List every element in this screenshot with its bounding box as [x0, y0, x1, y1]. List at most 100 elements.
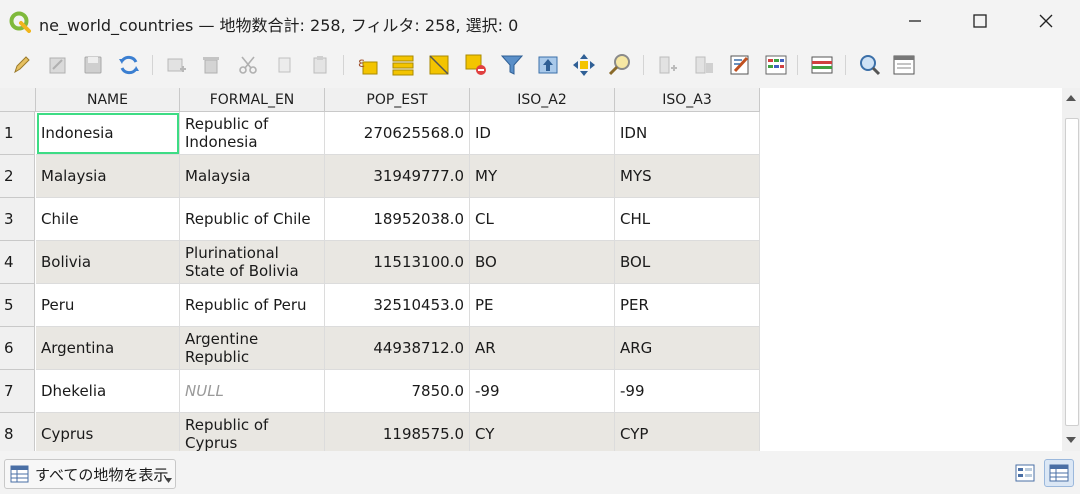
cell-formal-en[interactable]: Republic of Indonesia	[180, 112, 325, 155]
reload-button[interactable]	[116, 52, 142, 78]
table-row[interactable]: 1 Indonesia Republic of Indonesia 270625…	[0, 112, 760, 155]
cell-iso-a3[interactable]: PER	[615, 284, 760, 327]
cell-iso-a3[interactable]: ARG	[615, 327, 760, 370]
add-feature-icon	[167, 58, 186, 72]
paste-button[interactable]	[307, 52, 333, 78]
row-number[interactable]: 3	[0, 198, 35, 241]
column-header-iso-a2[interactable]: ISO_A2	[470, 88, 615, 112]
close-button[interactable]	[1026, 6, 1066, 36]
cell-iso-a2[interactable]: PE	[470, 284, 615, 327]
table-row[interactable]: 6 Argentina Argentine Republic 44938712.…	[0, 327, 760, 370]
cell-iso-a3[interactable]: BOL	[615, 241, 760, 284]
delete-field-button[interactable]	[691, 52, 717, 78]
cell-pop-est[interactable]: 44938712.0	[325, 327, 470, 370]
maximize-button[interactable]	[960, 6, 1000, 36]
table-view-toggle[interactable]	[1044, 459, 1074, 487]
feature-filter-button[interactable]: すべての地物を表示	[4, 459, 176, 489]
minimize-button[interactable]	[895, 6, 935, 36]
select-by-expression-button[interactable]: ε	[354, 52, 380, 78]
cell-iso-a2[interactable]: BO	[470, 241, 615, 284]
form-view-button[interactable]	[891, 52, 917, 78]
cut-button[interactable]	[235, 52, 261, 78]
cell-formal-en[interactable]: Malaysia	[180, 155, 325, 198]
cell-name[interactable]: Argentina	[36, 327, 180, 370]
cell-name[interactable]: Peru	[36, 284, 180, 327]
copy-button[interactable]	[271, 52, 297, 78]
vertical-scrollbar[interactable]	[1062, 88, 1080, 451]
row-number[interactable]: 5	[0, 284, 35, 327]
table-row[interactable]: 8 Cyprus Republic of Cyprus 1198575.0 CY…	[0, 413, 760, 451]
cell-iso-a3[interactable]: MYS	[615, 155, 760, 198]
invert-selection-icon	[429, 55, 449, 75]
column-header-name[interactable]: NAME	[36, 88, 180, 112]
cell-formal-en[interactable]: Republic of Cyprus	[180, 413, 325, 451]
multi-edit-button[interactable]	[45, 52, 71, 78]
cell-iso-a3[interactable]: CYP	[615, 413, 760, 451]
cell-name[interactable]: Malaysia	[36, 155, 180, 198]
table-row[interactable]: 7 Dhekelia NULL 7850.0 -99 -99	[0, 370, 760, 413]
row-number[interactable]: 2	[0, 155, 35, 198]
row-number[interactable]: 6	[0, 327, 35, 370]
column-header-pop-est[interactable]: POP_EST	[325, 88, 470, 112]
qgis-logo-icon	[9, 11, 31, 33]
cell-name[interactable]: Bolivia	[36, 241, 180, 284]
row-number[interactable]: 4	[0, 241, 35, 284]
cell-iso-a2[interactable]: CY	[470, 413, 615, 451]
cell-formal-en[interactable]: Republic of Peru	[180, 284, 325, 327]
cell-iso-a2[interactable]: -99	[470, 370, 615, 413]
new-field-button[interactable]	[655, 52, 681, 78]
cell-pop-est[interactable]: 7850.0	[325, 370, 470, 413]
cell-iso-a3[interactable]: -99	[615, 370, 760, 413]
form-view-toggle[interactable]	[1010, 459, 1040, 487]
cell-iso-a3[interactable]: CHL	[615, 198, 760, 241]
cell-iso-a2[interactable]: MY	[470, 155, 615, 198]
scrollbar-thumb[interactable]	[1065, 118, 1079, 426]
table-row[interactable]: 2 Malaysia Malaysia 31949777.0 MY MYS	[0, 155, 760, 198]
cell-pop-est[interactable]: 270625568.0	[325, 112, 470, 155]
pan-to-selection-button[interactable]	[571, 52, 597, 78]
cell-pop-est[interactable]: 18952038.0	[325, 198, 470, 241]
invert-selection-button[interactable]	[426, 52, 452, 78]
select-all-button[interactable]	[390, 52, 416, 78]
attribute-table: NAME FORMAL_EN POP_EST ISO_A2 ISO_A3 1 I…	[0, 88, 1062, 451]
cell-iso-a2[interactable]: AR	[470, 327, 615, 370]
cell-pop-est[interactable]: 31949777.0	[325, 155, 470, 198]
cell-name[interactable]: Dhekelia	[36, 370, 180, 413]
table-row[interactable]: 4 Bolivia Plurinational State of Bolivia…	[0, 241, 760, 284]
delete-feature-button[interactable]	[198, 52, 224, 78]
cell-formal-en[interactable]: Republic of Chile	[180, 198, 325, 241]
column-header-formal-en[interactable]: FORMAL_EN	[180, 88, 325, 112]
cell-iso-a2[interactable]: ID	[470, 112, 615, 155]
cell-iso-a3[interactable]: IDN	[615, 112, 760, 155]
cell-name[interactable]: Chile	[36, 198, 180, 241]
deselect-all-button[interactable]	[463, 52, 489, 78]
cell-pop-est[interactable]: 11513100.0	[325, 241, 470, 284]
cell-name[interactable]: Cyprus	[36, 413, 180, 451]
scroll-down-icon	[1066, 437, 1076, 443]
row-number[interactable]: 8	[0, 413, 35, 451]
zoom-to-selection-button[interactable]	[607, 52, 633, 78]
add-feature-button[interactable]	[163, 52, 189, 78]
conditional-formatting-button[interactable]	[763, 52, 789, 78]
move-selection-to-top-button[interactable]	[535, 52, 561, 78]
paste-icon	[313, 56, 327, 74]
cell-pop-est[interactable]: 1198575.0	[325, 413, 470, 451]
filter-selected-button[interactable]	[499, 52, 525, 78]
cell-pop-est[interactable]: 32510453.0	[325, 284, 470, 327]
row-number[interactable]: 7	[0, 370, 35, 413]
field-calculator-button[interactable]	[727, 52, 753, 78]
table-row[interactable]: 3 Chile Republic of Chile 18952038.0 CL …	[0, 198, 760, 241]
table-row[interactable]: 5 Peru Republic of Peru 32510453.0 PE PE…	[0, 284, 760, 327]
dock-button[interactable]	[809, 52, 835, 78]
row-number[interactable]: 1	[0, 112, 35, 155]
toggle-editing-button[interactable]	[8, 52, 34, 78]
save-edits-button[interactable]	[80, 52, 106, 78]
cell-formal-en-null[interactable]: NULL	[180, 370, 325, 413]
cell-iso-a2[interactable]: CL	[470, 198, 615, 241]
actions-button[interactable]	[856, 52, 882, 78]
cell-name[interactable]: Indonesia	[36, 112, 180, 155]
cell-formal-en[interactable]: Plurinational State of Bolivia	[180, 241, 325, 284]
column-header-iso-a3[interactable]: ISO_A3	[615, 88, 760, 112]
table-corner[interactable]	[0, 88, 36, 112]
cell-formal-en[interactable]: Argentine Republic	[180, 327, 325, 370]
